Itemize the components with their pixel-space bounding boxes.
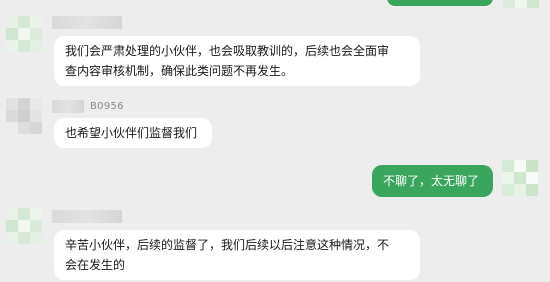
self-avatar[interactable] (502, 160, 538, 196)
message-bubble[interactable]: 辛苦小伙伴，后续的监督了，我们后续以后注意这种情况，不 会在发生的 (54, 230, 420, 280)
message-bubble-self-cropped[interactable] (387, 0, 493, 6)
contact-avatar[interactable] (6, 208, 42, 244)
sender-name-suffix: B0956 (90, 100, 124, 112)
message-bubble[interactable]: 我们会严肃处理的小伙伴，也会吸取教训的，后续也会全面审 查内容审核机制，确保此类… (54, 36, 420, 86)
message-bubble[interactable]: 也希望小伙伴们监督我们 (54, 118, 212, 148)
self-avatar-cropped[interactable] (503, 0, 539, 8)
message-bubble-self[interactable]: 不聊了，太无聊了 (372, 165, 493, 197)
sender-name: B0956 (52, 99, 124, 113)
contact-avatar[interactable] (6, 98, 42, 134)
sender-name-blurred (52, 209, 122, 223)
sender-name-blurred (52, 15, 122, 29)
contact-avatar[interactable] (6, 16, 42, 52)
